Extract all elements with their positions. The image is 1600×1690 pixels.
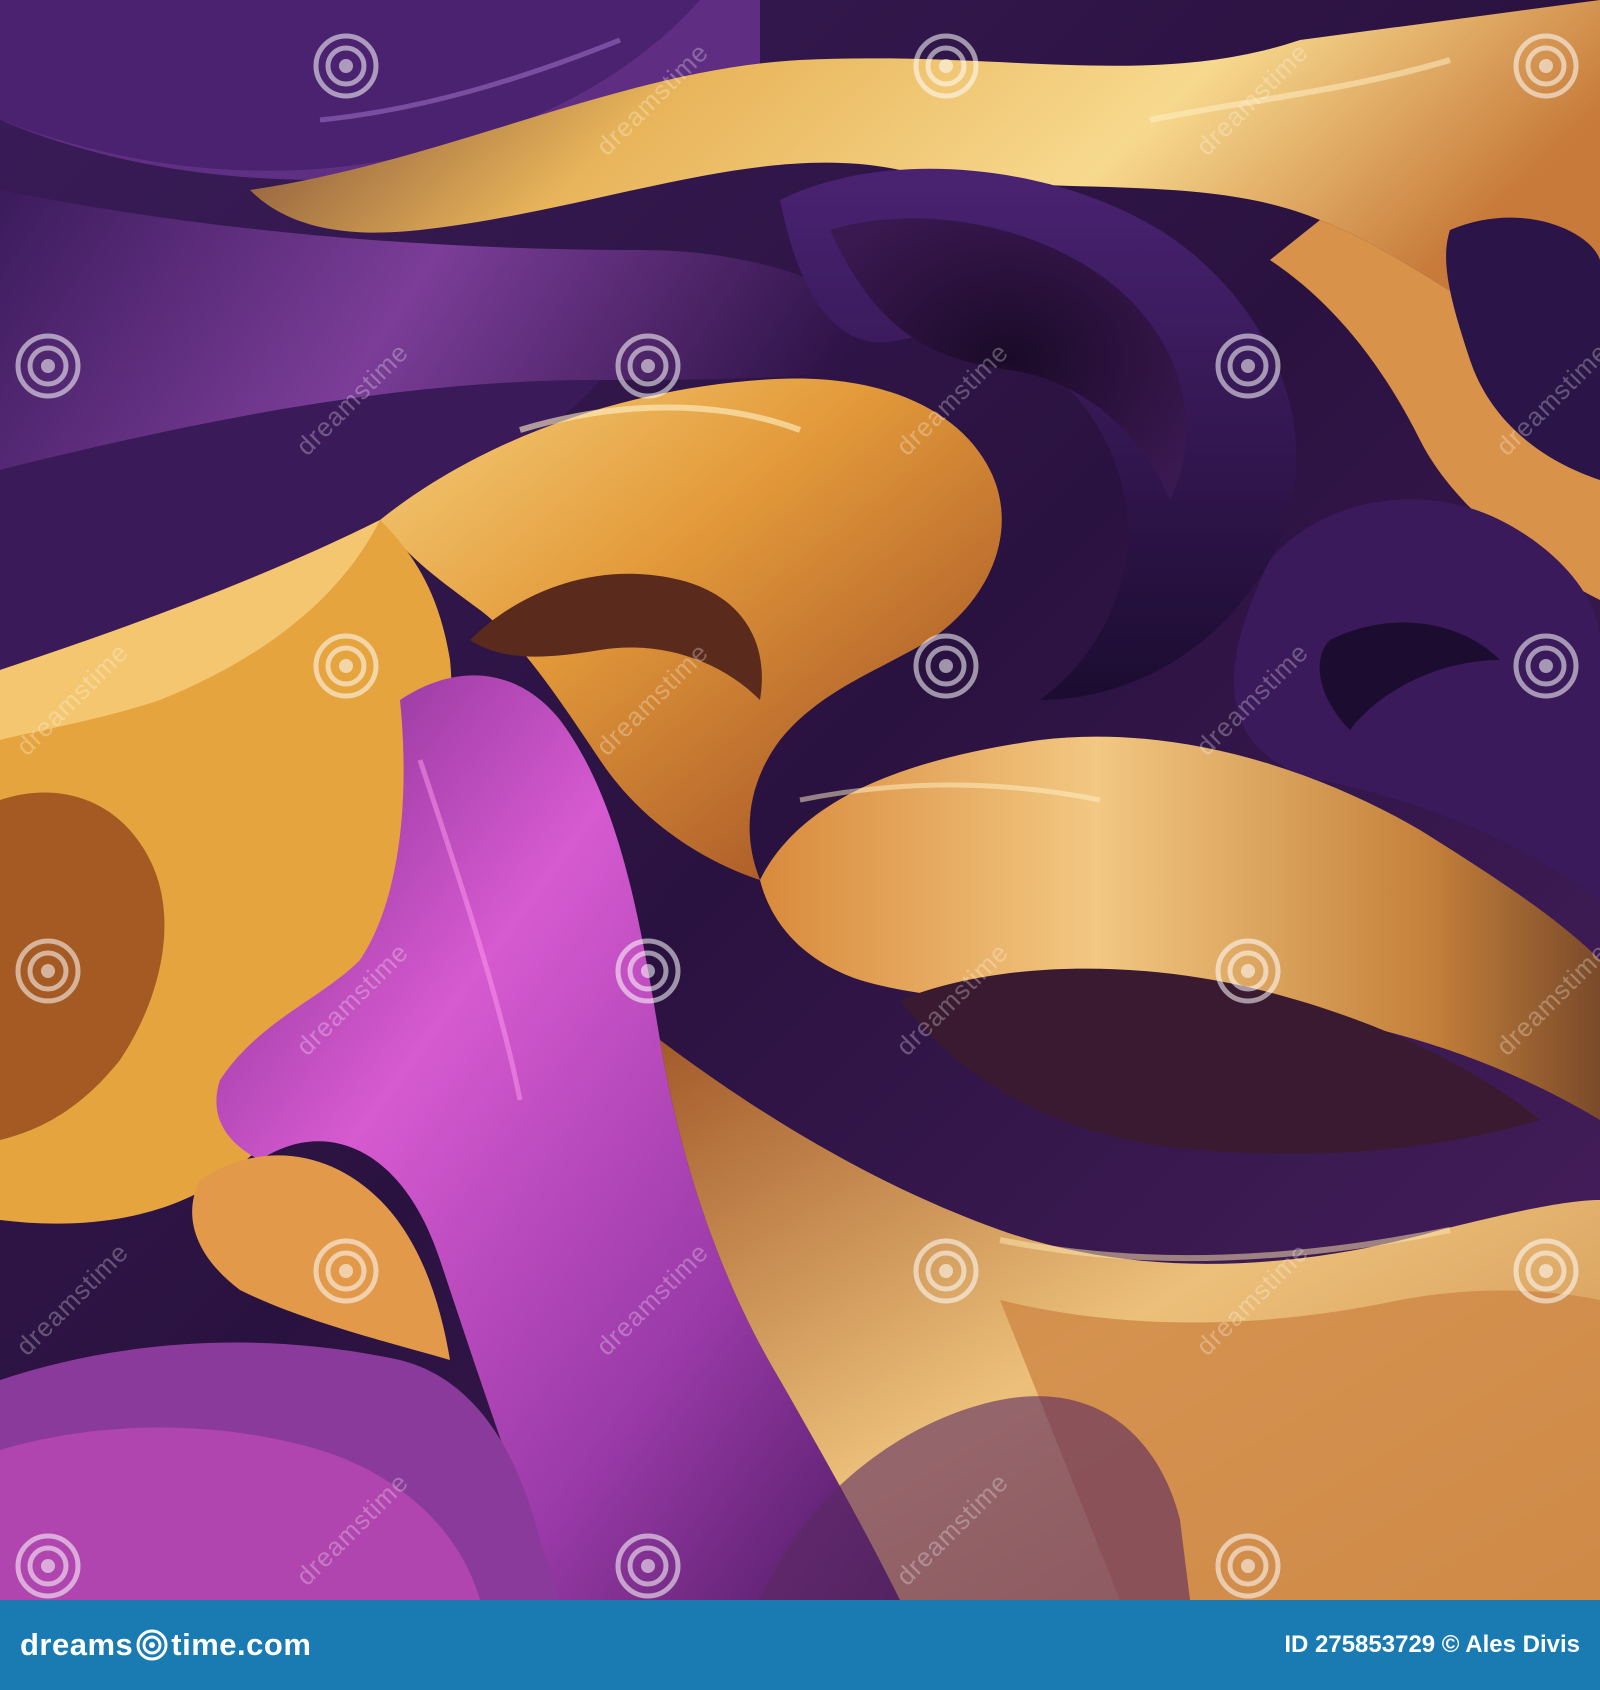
silk-artwork: dreamstime dreamstime dreamstime dreamst… (0, 0, 1600, 1600)
brand-prefix: dreams (20, 1627, 134, 1662)
silk-fabric-illustration (0, 0, 1600, 1600)
stock-image-page: dreamstime dreamstime dreamstime dreamst… (0, 0, 1600, 1690)
dreamstime-logo[interactable]: dreams time.com (20, 1627, 311, 1663)
spiral-icon (136, 1629, 168, 1661)
attribution-footer: dreams time.com ID 275853729 © Ales Divi… (0, 1600, 1600, 1690)
brand-suffix: time.com (171, 1627, 312, 1662)
image-credit: ID 275853729 © Ales Divis (1284, 1631, 1580, 1658)
